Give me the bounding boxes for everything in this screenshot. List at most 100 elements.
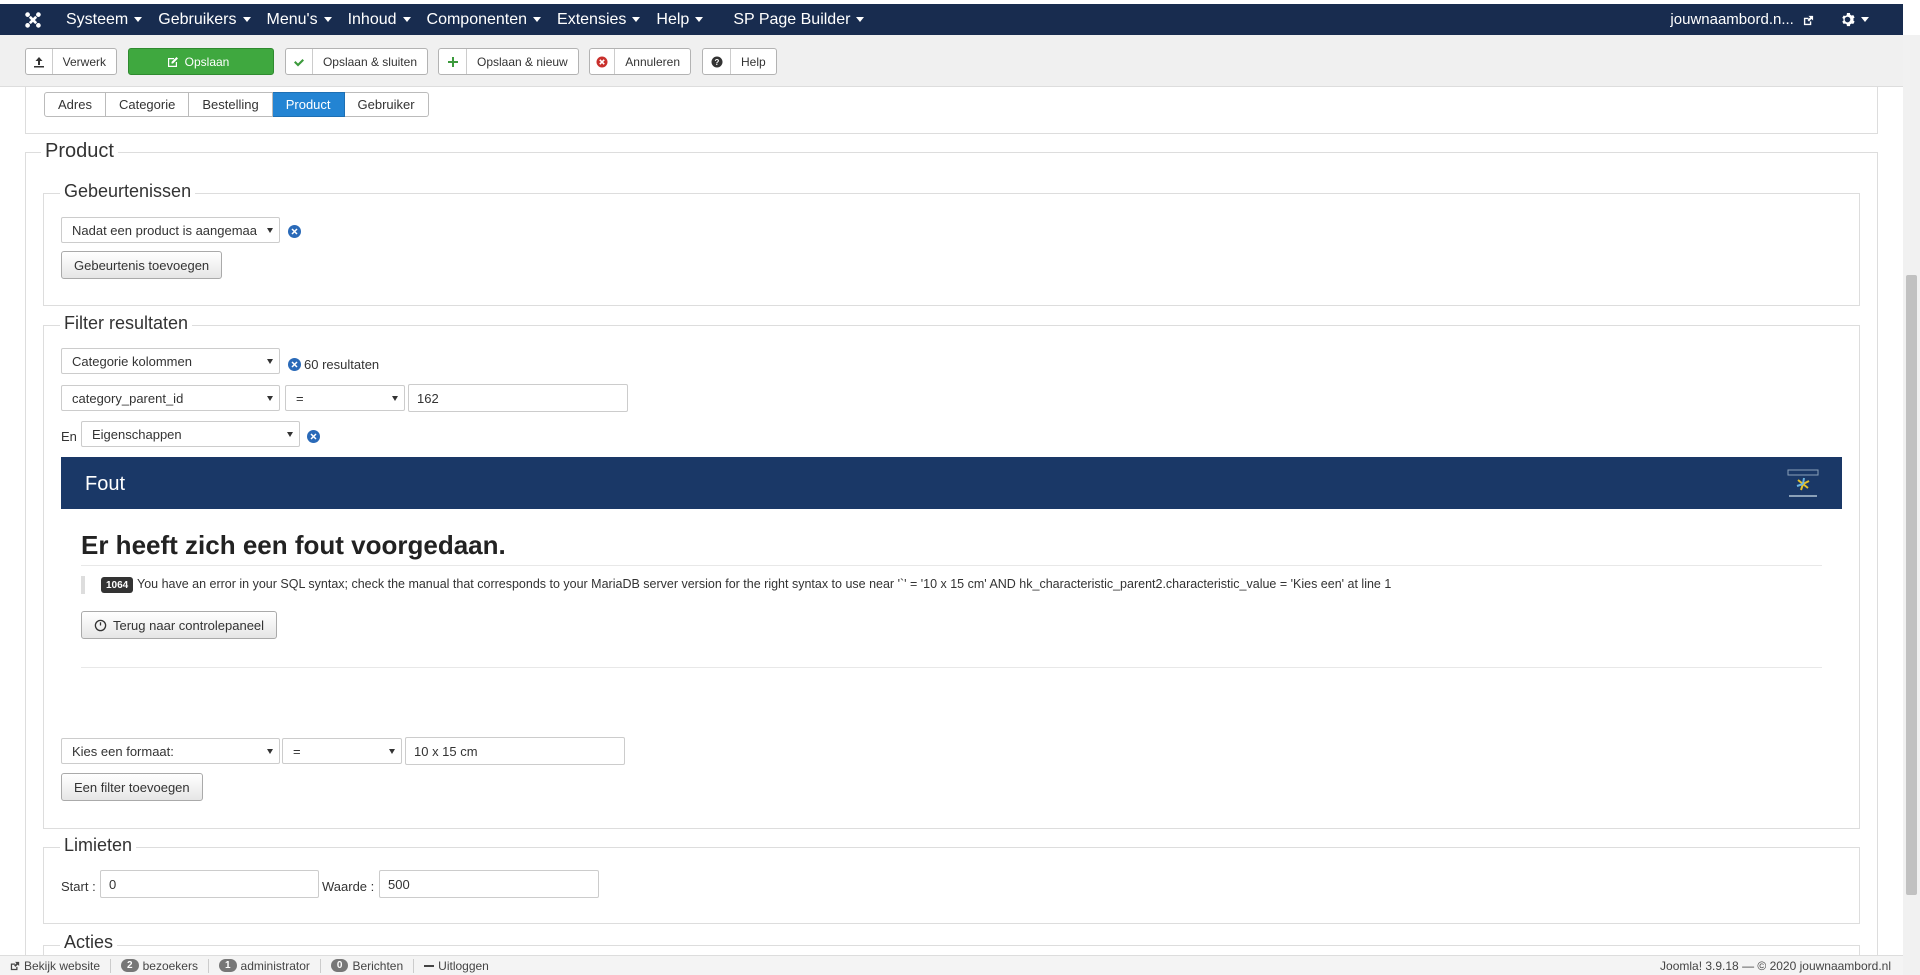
start-label: Start : <box>61 879 96 894</box>
chevron-down-icon <box>856 16 865 22</box>
cancel-circle-icon <box>590 49 616 74</box>
question-icon: ? <box>703 49 731 74</box>
toolbar: Verwerk Opslaan Opslaan & sluiten Opslaa… <box>0 35 1903 87</box>
menu-gebruikers[interactable]: Gebruikers <box>158 11 260 29</box>
remove-and-filter-icon[interactable] <box>307 430 320 443</box>
messages-badge: 0 <box>330 959 349 972</box>
visitors-status[interactable]: 2 bezoekers <box>111 958 209 973</box>
messages-status[interactable]: 0 Berichten <box>321 958 415 973</box>
divider <box>81 667 1822 668</box>
filter-type-select[interactable]: Categorie kolommen <box>61 348 280 374</box>
save-new-button[interactable]: Opslaan & nieuw <box>438 48 579 75</box>
menu-help[interactable]: Help <box>656 11 713 29</box>
menu-extensies[interactable]: Extensies <box>557 11 650 29</box>
site-link[interactable]: jouwnaambord.n... <box>1670 11 1814 28</box>
actions-legend: Acties <box>60 932 118 953</box>
filter-value-input[interactable]: 162 <box>408 384 628 412</box>
menu-inhoud[interactable]: Inhoud <box>348 11 421 29</box>
scrollbar-thumb[interactable] <box>1906 275 1917 895</box>
admin-navbar: Systeem Gebruikers Menu's Inhoud Compone… <box>0 4 1903 35</box>
user-settings-menu[interactable] <box>1840 12 1869 27</box>
event-select[interactable]: Nadat een product is aangemaa <box>61 217 280 243</box>
process-button[interactable]: Verwerk <box>25 48 117 75</box>
value-input[interactable]: 500 <box>379 870 599 898</box>
error-code-badge: 1064 <box>101 577 134 593</box>
tab-adres[interactable]: Adres <box>44 92 106 117</box>
chevron-down-icon <box>267 228 273 233</box>
admins-status[interactable]: 1 administrator <box>209 958 321 973</box>
menu-componenten[interactable]: Componenten <box>427 11 552 29</box>
error-message-bar <box>81 576 85 594</box>
version-info: Joomla! 3.9.18 — © 2020 jouwnaambord.nl <box>1660 959 1891 973</box>
joomla-logo-icon[interactable] <box>0 4 66 35</box>
chevron-down-icon <box>389 749 395 754</box>
chevron-down-icon <box>323 16 332 22</box>
logout-link[interactable]: Uitloggen <box>414 959 499 973</box>
second-filter-field-select[interactable]: Kies een formaat: <box>61 738 280 764</box>
error-message: You have an error in your SQL syntax; ch… <box>137 577 1392 591</box>
chevron-down-icon <box>695 16 704 22</box>
save-close-button[interactable]: Opslaan & sluiten <box>285 48 428 75</box>
view-site-link[interactable]: Bekijk website <box>0 958 112 973</box>
check-icon <box>286 49 313 74</box>
remove-event-icon[interactable] <box>288 225 301 238</box>
cancel-button[interactable]: Annuleren <box>589 48 691 75</box>
events-fieldset <box>43 193 1860 306</box>
dashboard-icon <box>94 619 107 631</box>
error-banner-title: Fout <box>85 473 126 495</box>
external-link-icon <box>10 961 20 970</box>
filter-legend: Filter resultaten <box>60 313 193 334</box>
error-banner: Fout <box>61 457 1842 509</box>
tab-gebruiker[interactable]: Gebruiker <box>344 92 429 117</box>
and-filter-select[interactable]: Eigenschappen <box>81 421 300 447</box>
page-scrollbar[interactable] <box>1903 35 1920 975</box>
add-filter-button[interactable]: Een filter toevoegen <box>61 773 203 801</box>
site-logo-icon <box>1786 467 1820 501</box>
upload-icon <box>26 49 53 74</box>
visitors-badge: 2 <box>121 959 139 972</box>
chevron-down-icon <box>1861 17 1869 22</box>
chevron-down-icon <box>533 16 542 22</box>
plus-icon <box>439 49 467 74</box>
gear-icon <box>1842 12 1855 27</box>
filter-field-select[interactable]: category_parent_id <box>61 385 280 411</box>
chevron-down-icon <box>242 16 251 22</box>
chevron-down-icon <box>287 432 293 437</box>
admin-badge: 1 <box>218 959 237 972</box>
menu-menus[interactable]: Menu's <box>267 11 342 29</box>
value-label: Waarde : <box>322 879 375 894</box>
start-input[interactable]: 0 <box>100 870 319 898</box>
limits-legend: Limieten <box>60 835 137 856</box>
add-event-button[interactable]: Gebeurtenis toevoegen <box>61 251 223 279</box>
remove-filter-icon[interactable] <box>288 358 301 371</box>
error-heading: Er heeft zich een fout voorgedaan. <box>81 530 506 560</box>
events-legend: Gebeurtenissen <box>60 181 196 202</box>
back-to-dashboard-button[interactable]: Terug naar controlepaneel <box>81 611 278 639</box>
chevron-down-icon <box>632 16 641 22</box>
chevron-down-icon <box>402 16 411 22</box>
second-filter-operator-select[interactable]: = <box>282 738 402 764</box>
product-legend: Product <box>41 140 118 163</box>
and-label: En <box>61 429 77 444</box>
save-button[interactable]: Opslaan <box>128 48 274 75</box>
chevron-down-icon <box>134 16 143 22</box>
filter-operator-select[interactable]: = <box>285 385 405 411</box>
menu-systeem[interactable]: Systeem <box>66 11 152 29</box>
external-link-icon <box>1803 15 1814 25</box>
chevron-down-icon <box>267 749 273 754</box>
tab-categorie[interactable]: Categorie <box>105 92 190 117</box>
chevron-down-icon <box>267 396 273 401</box>
second-filter-value-input[interactable]: 10 x 15 cm <box>405 737 625 765</box>
chevron-down-icon <box>267 359 273 364</box>
status-bar: Bekijk website 2 bezoekers 1 administrat… <box>0 955 1903 975</box>
chevron-down-icon <box>392 396 398 401</box>
help-button[interactable]: ? Help <box>702 48 777 75</box>
svg-text:?: ? <box>714 58 719 67</box>
menu-sp-page-builder[interactable]: SP Page Builder <box>733 11 874 29</box>
edit-icon <box>167 56 178 67</box>
minus-icon <box>424 964 435 967</box>
tab-bestelling[interactable]: Bestelling <box>189 92 273 117</box>
result-count: 60 resultaten <box>304 357 380 372</box>
divider <box>81 565 1822 566</box>
tab-product[interactable]: Product <box>272 92 345 117</box>
